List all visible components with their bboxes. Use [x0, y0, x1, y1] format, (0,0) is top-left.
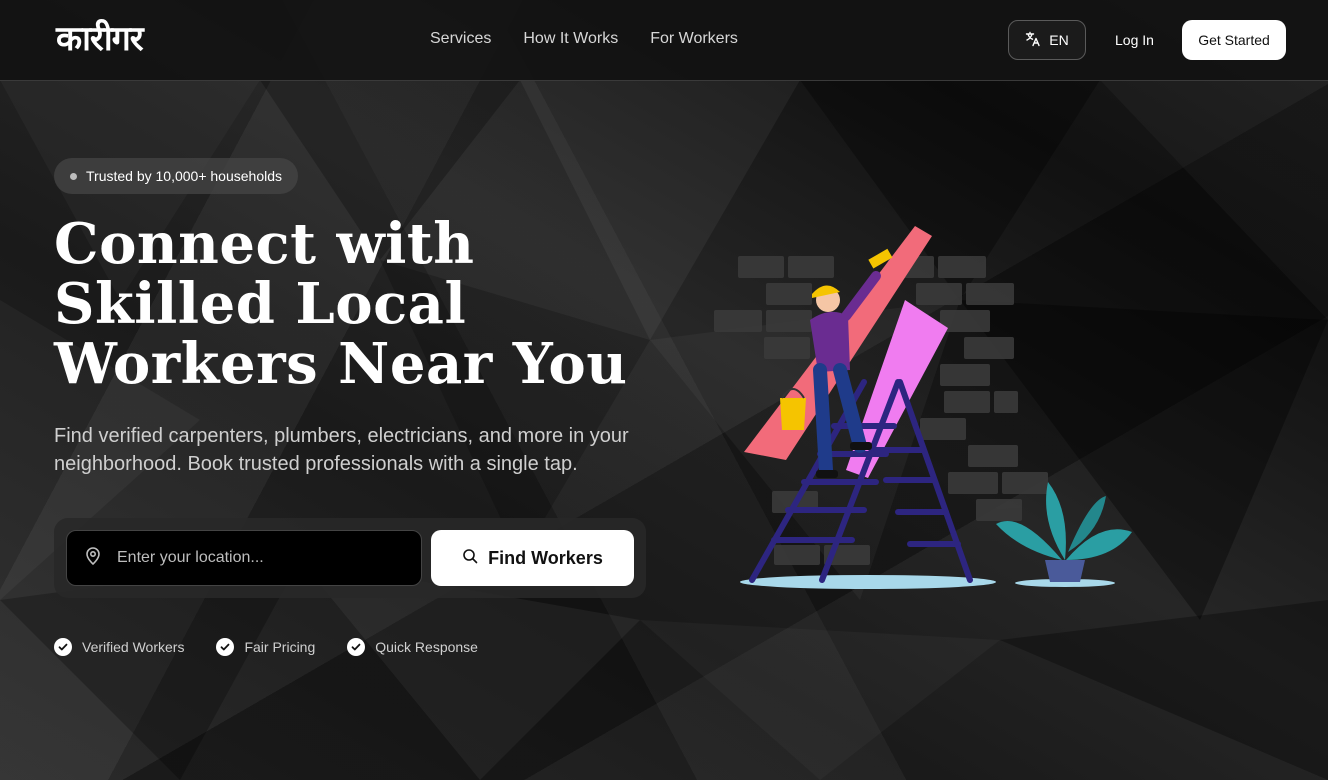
feature-verified: Verified Workers — [54, 638, 184, 656]
get-started-button[interactable]: Get Started — [1182, 20, 1286, 60]
hero-illustration — [700, 220, 1160, 600]
logo-text: कारीगर — [56, 19, 144, 59]
check-circle-icon — [54, 638, 72, 656]
feature-label: Verified Workers — [82, 639, 185, 655]
feature-pricing: Fair Pricing — [216, 638, 315, 656]
hero-title-line-1: Connect with — [54, 211, 475, 277]
hero-title: Connect with Skilled Local Workers Near … — [54, 214, 674, 394]
nav-services[interactable]: Services — [430, 30, 491, 48]
language-button[interactable]: EN — [1008, 20, 1086, 60]
search-icon — [462, 548, 478, 569]
feature-label: Quick Response — [375, 639, 478, 655]
feature-label: Fair Pricing — [244, 639, 316, 655]
location-input[interactable] — [115, 548, 399, 568]
floor-shadow — [740, 575, 996, 589]
find-workers-button[interactable]: Find Workers — [431, 530, 634, 586]
trust-badge: Trusted by 10,000+ households — [54, 158, 299, 194]
nav-for-workers[interactable]: For Workers — [650, 30, 738, 48]
hero-title-line-3: Workers Near You — [54, 331, 628, 397]
feature-list: Verified Workers Fair Pricing Quick Resp… — [54, 638, 478, 656]
nav-how-it-works[interactable]: How It Works — [523, 30, 618, 48]
trust-badge-text: Trusted by 10,000+ households — [86, 168, 283, 184]
status-dot — [70, 172, 77, 180]
map-pin-icon — [83, 546, 103, 571]
brand-logo[interactable]: कारीगर — [56, 10, 160, 68]
location-field[interactable] — [66, 530, 422, 586]
check-circle-icon — [216, 638, 235, 656]
main-nav: Services How It Works For Workers — [430, 30, 738, 48]
top-navbar: कारीगर Services How It Works For Workers… — [0, 0, 1328, 81]
find-workers-label: Find Workers — [488, 547, 603, 568]
translate-icon — [1025, 31, 1041, 50]
plant-pot — [996, 482, 1132, 587]
check-circle-icon — [347, 638, 366, 656]
hero-title-line-2: Skilled Local — [54, 271, 467, 337]
login-link[interactable]: Log In — [1115, 32, 1154, 48]
search-bar: Find Workers — [54, 518, 646, 598]
language-label: EN — [1049, 32, 1069, 48]
feature-response: Quick Response — [347, 638, 478, 656]
hero-subtitle: Find verified carpenters, plumbers, elec… — [54, 425, 629, 475]
